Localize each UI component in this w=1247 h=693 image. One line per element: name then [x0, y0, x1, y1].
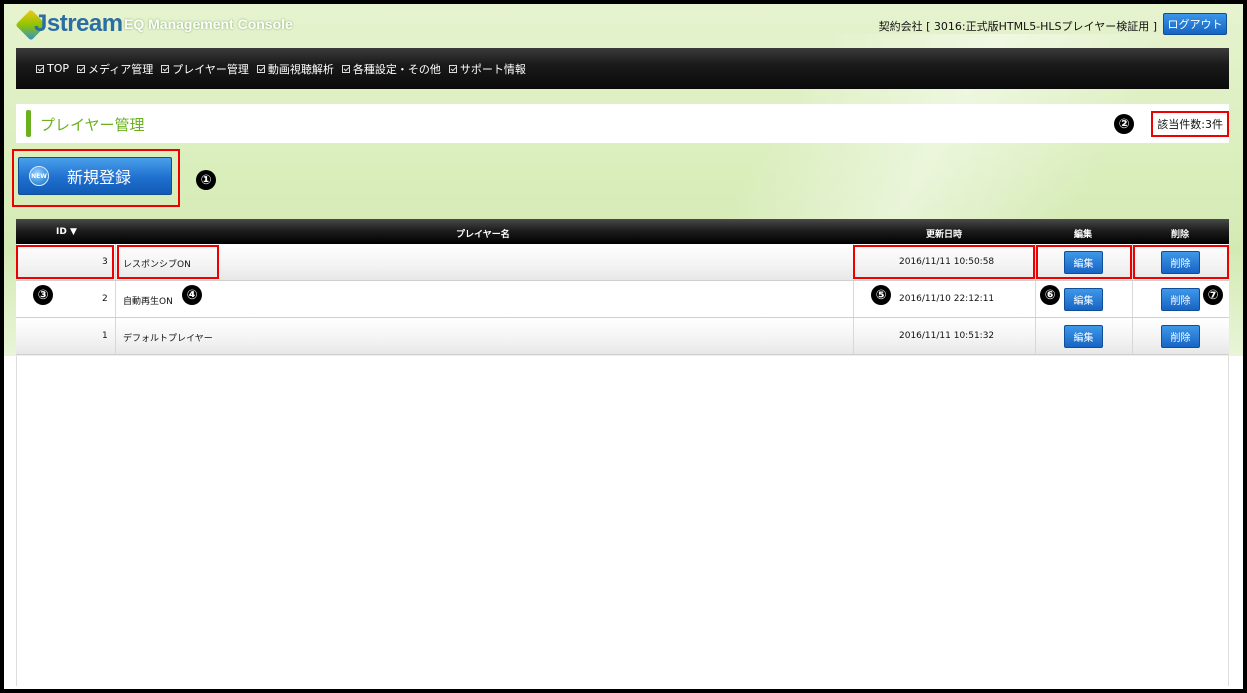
highlight-id [16, 245, 114, 279]
row-updated: 2016/11/10 22:12:11 [899, 294, 995, 304]
new-icon: NEW [29, 166, 49, 186]
title-accent [26, 110, 31, 137]
page-title: プレイヤー管理 [40, 116, 145, 134]
table-row: 2 自動再生ON 2016/11/10 22:12:11 編集 削除 ③ ④ ⑤… [16, 281, 1229, 318]
app-title: EQ Management Console [124, 16, 293, 32]
checkbox-icon [341, 64, 350, 73]
delete-button[interactable]: 削除 [1161, 325, 1200, 348]
row-updated: 2016/11/11 10:51:32 [899, 331, 995, 341]
nav-item-player[interactable]: プレイヤー管理 [161, 61, 249, 77]
new-button-highlight: NEW 新規登録 [12, 149, 180, 207]
highlight-name [117, 245, 219, 279]
nav-item-analytics[interactable]: 動画視聴解析 [256, 61, 334, 77]
nav-label: TOP [47, 62, 70, 75]
delete-button[interactable]: 削除 [1161, 288, 1200, 311]
annotation-6: ⑥ [1040, 285, 1060, 305]
screenshot-frame: Jstream EQ Management Console 契約会社 [ 301… [4, 4, 1243, 689]
jstream-logo[interactable]: Jstream [15, 9, 123, 44]
table-empty-area [16, 356, 1229, 686]
row-player-name: 自動再生ON [123, 297, 173, 307]
logo-text: Jstream [34, 10, 123, 37]
highlight-delete [1133, 245, 1229, 279]
contract-info: 契約会社 [ 3016:正式版HTML5-HLSプレイヤー検証用 ] [878, 20, 1157, 33]
column-header-updated: 更新日時 [926, 230, 963, 240]
checkbox-icon [256, 64, 265, 73]
highlight-edit [1036, 245, 1132, 279]
annotation-4: ④ [182, 285, 202, 305]
result-count: 該当件数:3件 [1151, 111, 1229, 137]
annotation-2: ② [1114, 114, 1134, 134]
player-table: ID ▼ プレイヤー名 更新日時 編集 削除 3 レスポンシブON 2016/1… [16, 219, 1229, 355]
checkbox-icon [448, 64, 457, 73]
row-id: 1 [102, 331, 108, 341]
nav-item-top[interactable]: TOP [36, 62, 69, 75]
column-header-name: プレイヤー名 [456, 230, 510, 240]
nav-item-support[interactable]: サポート情報 [448, 61, 526, 77]
nav-label: 動画視聴解析 [267, 62, 334, 76]
annotation-5: ⑤ [871, 285, 891, 305]
logout-button[interactable]: ログアウト [1163, 13, 1227, 35]
main-nav: TOP メディア管理 プレイヤー管理 動画視聴解析 各種設定・その他 サポート情… [16, 48, 1229, 89]
checkbox-icon [77, 64, 86, 73]
checkbox-icon [36, 64, 44, 73]
app-header: Jstream EQ Management Console 契約会社 [ 301… [4, 4, 1243, 48]
edit-button[interactable]: 編集 [1064, 288, 1103, 311]
table-row: 1 デフォルトプレイヤー 2016/11/11 10:51:32 編集 削除 [16, 318, 1229, 355]
new-register-button[interactable]: NEW 新規登録 [18, 157, 172, 195]
table-row: 3 レスポンシブON 2016/11/11 10:50:58 編集 削除 [16, 244, 1229, 281]
annotation-1: ① [196, 170, 216, 190]
nav-label: サポート情報 [459, 62, 526, 76]
edit-button[interactable]: 編集 [1064, 325, 1103, 348]
row-id: 2 [102, 294, 108, 304]
new-register-label: 新規登録 [67, 168, 132, 187]
column-header-edit: 編集 [1074, 230, 1093, 240]
nav-item-settings[interactable]: 各種設定・その他 [341, 61, 441, 77]
column-header-id[interactable]: ID ▼ [56, 227, 77, 237]
nav-label: メディア管理 [88, 62, 154, 76]
nav-label: 各種設定・その他 [352, 62, 441, 76]
column-header-delete: 削除 [1171, 230, 1190, 240]
nav-label: プレイヤー管理 [172, 62, 249, 76]
nav-item-media[interactable]: メディア管理 [77, 61, 153, 77]
highlight-updated [853, 245, 1035, 279]
page-title-bar: プレイヤー管理 該当件数:3件 [16, 104, 1229, 143]
annotation-7: ⑦ [1203, 285, 1223, 305]
annotation-3: ③ [33, 285, 53, 305]
row-player-name: デフォルトプレイヤー [123, 334, 213, 344]
table-header: ID ▼ プレイヤー名 更新日時 編集 削除 [16, 219, 1229, 244]
checkbox-icon [161, 64, 170, 73]
